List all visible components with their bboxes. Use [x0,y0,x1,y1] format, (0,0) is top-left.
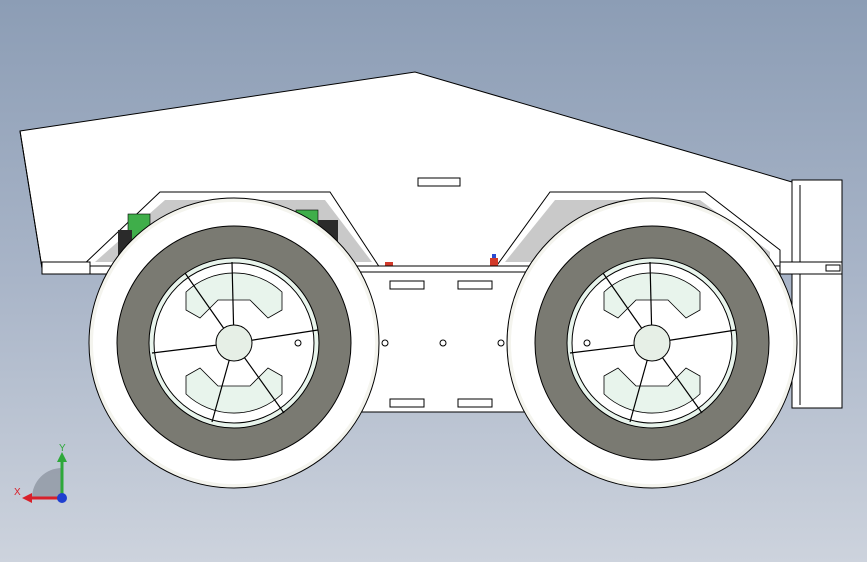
orientation-triad[interactable]: Y X [10,438,80,508]
svg-text:Y: Y [59,443,66,454]
front-wheel[interactable] [88,197,380,489]
robot-car-side-view[interactable] [0,0,867,562]
rear-wheel[interactable] [506,197,798,489]
z-axis-origin-icon [57,493,67,503]
rear-wheel-hub [633,324,671,362]
body-slot [417,177,461,187]
front-wheel-hub [215,324,253,362]
cad-viewport[interactable]: Y X [0,0,867,562]
svg-text:X: X [14,487,21,498]
